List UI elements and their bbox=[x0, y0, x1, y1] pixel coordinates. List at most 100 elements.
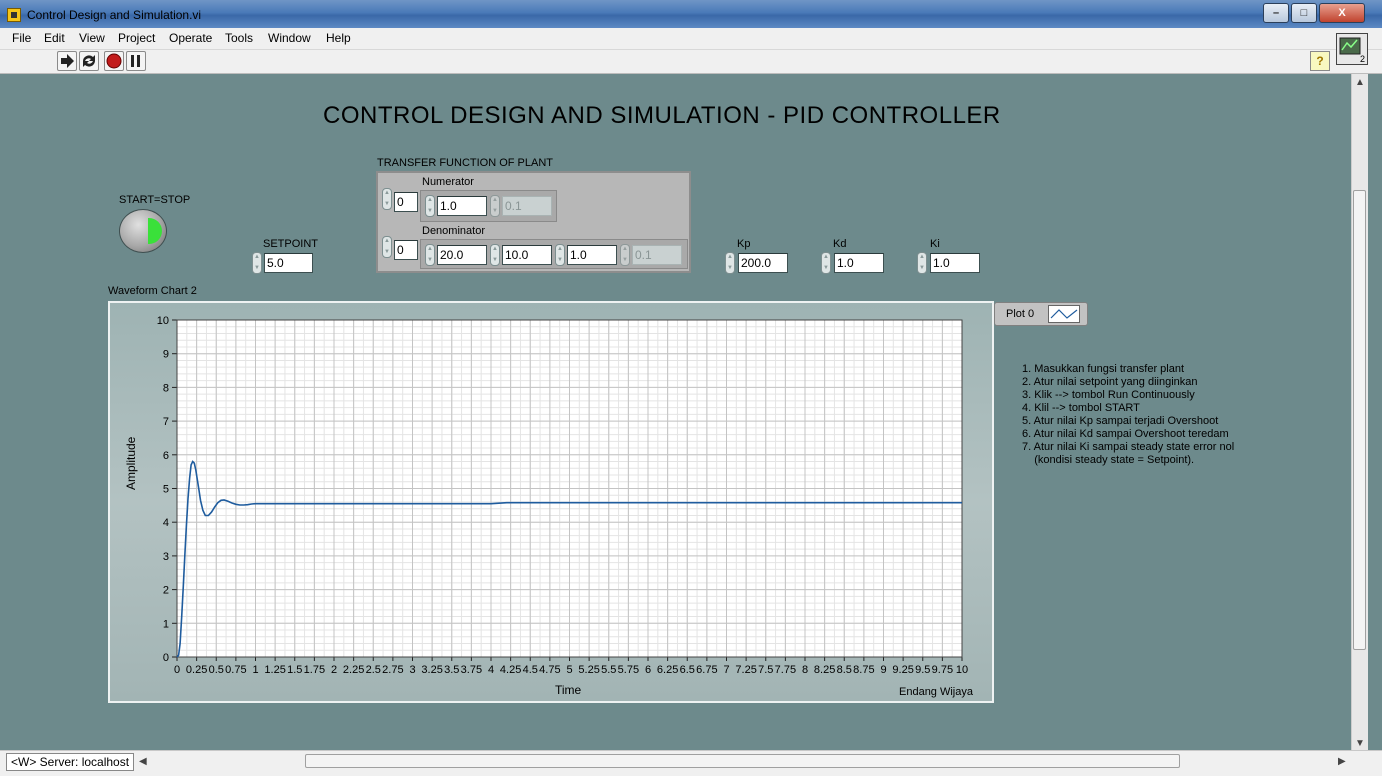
legend-swatch[interactable] bbox=[1048, 305, 1080, 323]
x-tick-label: 8 bbox=[802, 664, 808, 676]
x-tick-label: 9.25 bbox=[892, 664, 913, 676]
denominator-1-spin[interactable] bbox=[490, 244, 500, 266]
instructions: 1. Masukkan fungsi transfer plant 2. Atu… bbox=[1022, 363, 1234, 467]
x-tick-label: 1.75 bbox=[304, 664, 325, 676]
denominator-next-spin[interactable] bbox=[620, 244, 630, 266]
setpoint-label: SETPOINT bbox=[263, 238, 319, 250]
x-tick-label: 1 bbox=[252, 664, 258, 676]
x-tick-label: 6.25 bbox=[657, 664, 678, 676]
abort-button[interactable] bbox=[104, 51, 124, 71]
menu-operate[interactable]: Operate bbox=[169, 29, 212, 47]
x-tick-label: 7.75 bbox=[775, 664, 796, 676]
y-tick-label: 8 bbox=[163, 382, 169, 394]
kp-spin[interactable] bbox=[725, 252, 735, 274]
server-status: <W> Server: localhost bbox=[6, 753, 135, 771]
stop-icon bbox=[106, 53, 122, 69]
menu-edit[interactable]: Edit bbox=[44, 29, 65, 47]
run-button[interactable] bbox=[57, 51, 77, 71]
pause-button[interactable] bbox=[126, 51, 146, 71]
x-tick-label: 5 bbox=[566, 664, 572, 676]
denominator-2-input[interactable]: 1.0 bbox=[567, 245, 617, 265]
vi-icon-badge: 2 bbox=[1359, 54, 1365, 64]
menu-view[interactable]: View bbox=[79, 29, 105, 47]
y-tick-label: 1 bbox=[163, 618, 169, 630]
maximize-button[interactable]: □ bbox=[1291, 3, 1317, 23]
vertical-scroll-thumb[interactable] bbox=[1353, 190, 1366, 650]
numerator-index[interactable]: 0 bbox=[394, 192, 418, 212]
instruction-line: 3. Klik --> tombol Run Continuously bbox=[1022, 389, 1195, 401]
context-help-button[interactable]: ? bbox=[1310, 51, 1330, 71]
legend-line-icon bbox=[1050, 309, 1078, 319]
labview-vi-icon[interactable] bbox=[7, 8, 21, 22]
denominator-label: Denominator bbox=[422, 225, 485, 237]
x-tick-label: 9.75 bbox=[932, 664, 953, 676]
ki-spin[interactable] bbox=[917, 252, 927, 274]
chart-caption: Endang Wijaya bbox=[899, 686, 973, 698]
x-tick-label: 3.5 bbox=[444, 664, 459, 676]
numerator-0-input[interactable]: 1.0 bbox=[437, 196, 487, 216]
denominator-index-spin[interactable] bbox=[382, 236, 392, 258]
kd-spin[interactable] bbox=[821, 252, 831, 274]
run-continuously-button[interactable] bbox=[79, 51, 99, 71]
x-tick-label: 7 bbox=[723, 664, 729, 676]
y-tick-label: 9 bbox=[163, 349, 169, 361]
instruction-line: 7. Atur nilai Ki sampai steady state err… bbox=[1022, 441, 1235, 453]
menu-project[interactable]: Project bbox=[118, 29, 155, 47]
chart-ylabel: Amplitude bbox=[124, 436, 138, 490]
x-tick-label: 2 bbox=[331, 664, 337, 676]
numerator-next-input[interactable]: 0.1 bbox=[502, 196, 552, 216]
vi-connector-icon[interactable]: 2 bbox=[1336, 33, 1368, 65]
denominator-2-spin[interactable] bbox=[555, 244, 565, 266]
horizontal-scroll-thumb[interactable] bbox=[305, 754, 1180, 768]
denominator-0-spin[interactable] bbox=[425, 244, 435, 266]
menu-tools[interactable]: Tools bbox=[225, 29, 253, 47]
kd-input[interactable]: 1.0 bbox=[834, 253, 884, 273]
waveform-chart-plot: 0 0.25 0.5 0.75 1 1.25 1.5 1.75 2 2.25 2.5 2.75 3 3.2… bbox=[157, 315, 968, 676]
x-tick-label: 7.5 bbox=[758, 664, 773, 676]
instruction-line: 4. Klil --> tombol START bbox=[1022, 402, 1140, 414]
y-tick-label: 3 bbox=[163, 551, 169, 563]
transfer-function-label: TRANSFER FUNCTION OF PLANT bbox=[377, 157, 554, 169]
instruction-line: 2. Atur nilai setpoint yang diinginkan bbox=[1022, 376, 1198, 388]
menu-file[interactable]: File bbox=[12, 29, 31, 47]
numerator-next-spin[interactable] bbox=[490, 195, 500, 217]
close-button[interactable]: X bbox=[1319, 3, 1365, 23]
x-tick-label: 0.75 bbox=[225, 664, 246, 676]
numerator-label: Numerator bbox=[422, 176, 474, 188]
x-tick-label: 6.75 bbox=[696, 664, 717, 676]
menu-window[interactable]: Window bbox=[268, 29, 311, 47]
denominator-0-input[interactable]: 20.0 bbox=[437, 245, 487, 265]
numerator-index-spin[interactable] bbox=[382, 188, 392, 210]
x-tick-label: 3.25 bbox=[421, 664, 442, 676]
kp-input[interactable]: 200.0 bbox=[738, 253, 788, 273]
toolbar bbox=[0, 50, 1382, 74]
scroll-left-icon[interactable]: ◀ bbox=[139, 756, 147, 767]
x-tick-label: 10 bbox=[956, 664, 968, 676]
instruction-line: (kondisi steady state = Setpoint). bbox=[1022, 454, 1195, 466]
x-tick-label: 9 bbox=[880, 664, 886, 676]
scroll-up-icon[interactable]: ▲ bbox=[1355, 77, 1365, 88]
x-tick-label: 5.25 bbox=[578, 664, 599, 676]
scroll-right-icon[interactable]: ▶ bbox=[1338, 756, 1346, 767]
setpoint-input[interactable]: 5.0 bbox=[264, 253, 313, 273]
x-tick-label: 9.5 bbox=[915, 664, 930, 676]
numerator-0-spin[interactable] bbox=[425, 195, 435, 217]
minimize-button[interactable]: – bbox=[1263, 3, 1289, 23]
ki-input[interactable]: 1.0 bbox=[930, 253, 980, 273]
x-tick-label: 2.75 bbox=[382, 664, 403, 676]
setpoint-increment[interactable] bbox=[252, 252, 262, 274]
scroll-down-icon[interactable]: ▼ bbox=[1355, 738, 1365, 749]
denominator-1-input[interactable]: 10.0 bbox=[502, 245, 552, 265]
x-tick-label: 6 bbox=[645, 664, 651, 676]
menu-help[interactable]: Help bbox=[326, 29, 351, 47]
x-tick-label: 4 bbox=[488, 664, 494, 676]
denominator-next-input[interactable]: 0.1 bbox=[632, 245, 682, 265]
start-label: START=STOP bbox=[119, 194, 191, 206]
panel-title: CONTROL DESIGN AND SIMULATION - PID CONT… bbox=[323, 102, 1001, 129]
denominator-index[interactable]: 0 bbox=[394, 240, 418, 260]
x-tick-label: 8.5 bbox=[837, 664, 852, 676]
y-tick-label: 7 bbox=[163, 416, 169, 428]
x-tick-label: 0.5 bbox=[209, 664, 224, 676]
x-tick-label: 2.5 bbox=[366, 664, 381, 676]
x-tick-label: 4.25 bbox=[500, 664, 521, 676]
